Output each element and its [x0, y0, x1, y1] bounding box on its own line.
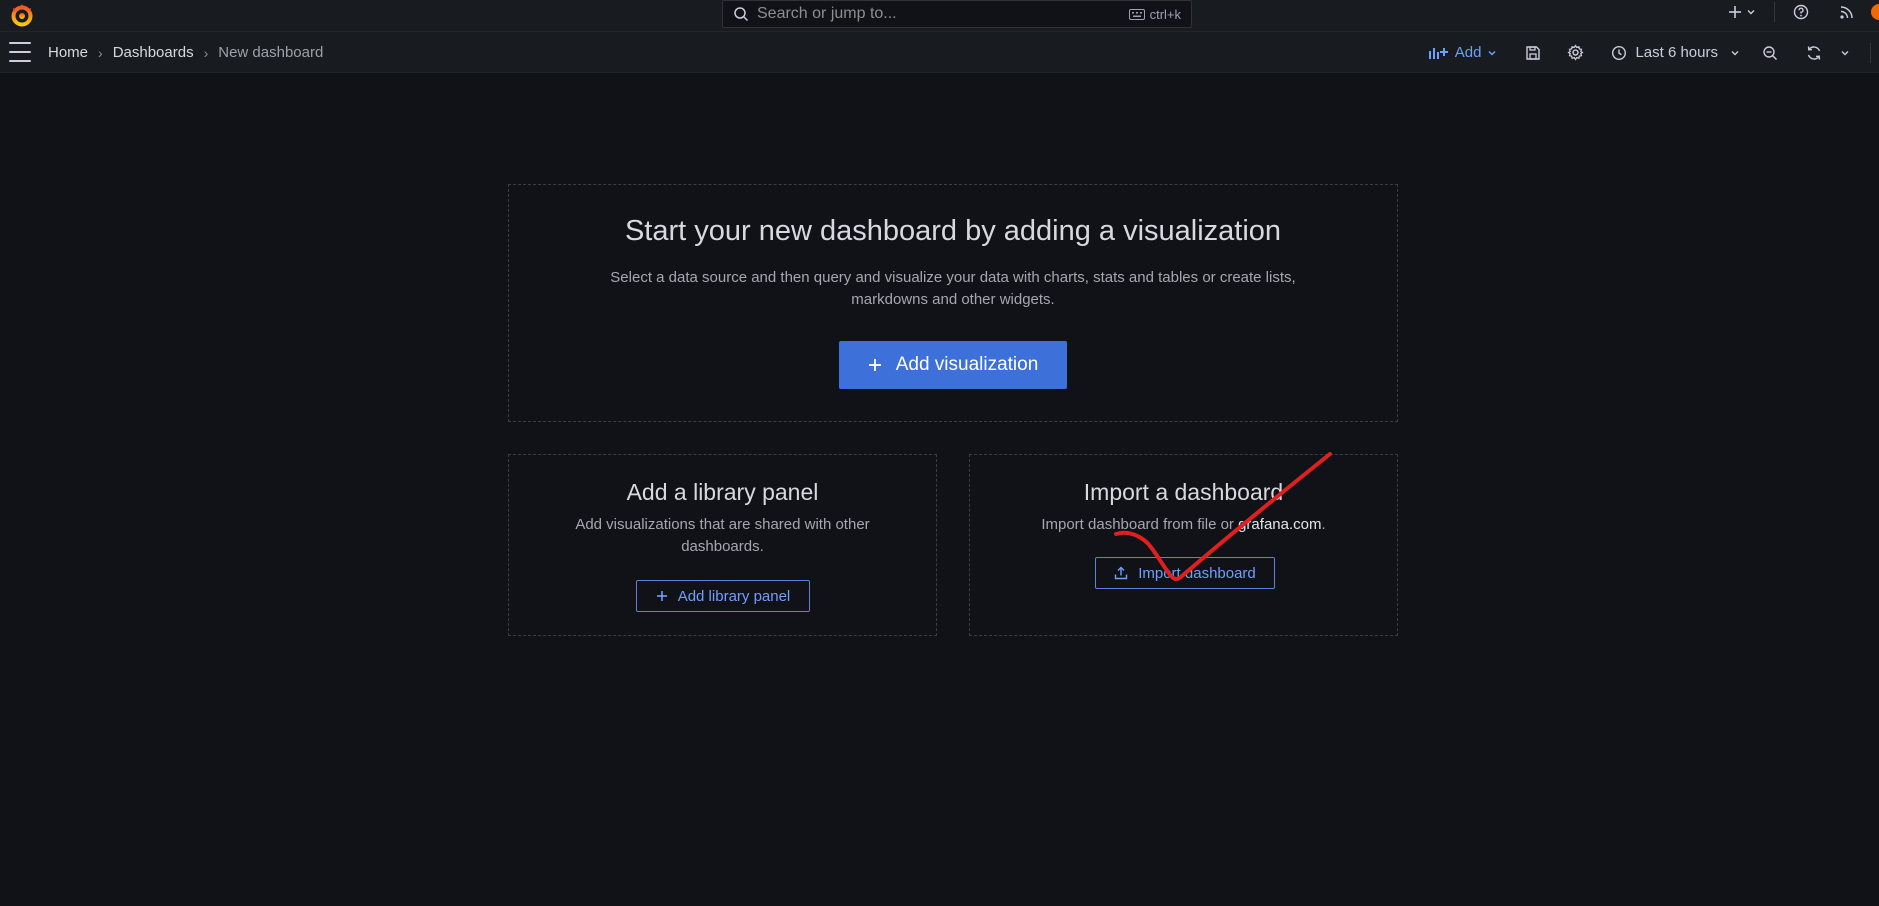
top-actions	[1722, 0, 1879, 24]
menu-line	[9, 42, 31, 44]
refresh-interval-dropdown[interactable]	[1834, 38, 1856, 68]
dashboard-toolbar: Add Last 6 hours	[1423, 32, 1879, 73]
new-menu-button[interactable]	[1722, 0, 1762, 24]
plus-icon	[1729, 6, 1741, 18]
menu-toggle-button[interactable]	[9, 42, 31, 62]
chevron-down-icon	[1731, 50, 1739, 55]
library-panel-description: Add visualizations that are shared with …	[575, 516, 870, 555]
news-button[interactable]	[1833, 0, 1861, 24]
zoom-out-button[interactable]	[1756, 38, 1784, 68]
zoom-out-icon	[1763, 45, 1778, 60]
breadcrumb-dashboards[interactable]: Dashboards	[113, 44, 194, 61]
divider	[1774, 2, 1775, 22]
help-button[interactable]	[1787, 0, 1815, 24]
nav-bar: Home › Dashboards › New dashboard Add La…	[0, 32, 1879, 73]
plus-icon	[868, 359, 881, 371]
import-description-end: .	[1321, 516, 1326, 533]
top-bar: Search or jump to... ctrl+k	[0, 0, 1879, 32]
menu-line	[9, 60, 31, 62]
library-panel-title: Add a library panel	[626, 479, 819, 505]
add-library-panel-button[interactable]: Add library panel	[636, 580, 810, 612]
search-input[interactable]: Search or jump to... ctrl+k	[722, 0, 1192, 28]
clock-icon	[1612, 45, 1627, 60]
add-button-label: Add	[1454, 44, 1482, 61]
library-panel-card: Add a library panel Add visualizations t…	[508, 454, 937, 636]
profile-avatar[interactable]	[1861, 0, 1879, 24]
time-range-picker[interactable]: Last 6 hours	[1605, 38, 1746, 68]
save-button[interactable]	[1519, 38, 1547, 68]
add-visualization-label: Add visualization	[895, 354, 1039, 375]
add-panel-icon	[1428, 47, 1448, 59]
menu-line	[9, 51, 31, 53]
grafana-logo-icon[interactable]	[9, 2, 35, 28]
keyboard-shortcut: ctrl+k	[1128, 6, 1181, 22]
import-dashboard-title: Import a dashboard	[1083, 479, 1284, 505]
search-icon	[734, 7, 749, 22]
time-range-label: Last 6 hours	[1635, 44, 1718, 61]
import-dashboard-card: Import a dashboard Import dashboard from…	[969, 454, 1398, 636]
import-dashboard-label: Import dashboard	[1138, 564, 1256, 582]
upload-icon	[1115, 566, 1128, 580]
import-dashboard-button[interactable]: Import dashboard	[1095, 557, 1275, 589]
refresh-icon	[1807, 45, 1821, 60]
add-visualization-card: Start your new dashboard by adding a vis…	[508, 184, 1398, 422]
save-icon	[1526, 45, 1541, 60]
gear-icon	[1567, 44, 1584, 61]
chevron-down-icon	[1488, 50, 1496, 56]
help-icon	[1793, 4, 1809, 20]
import-description-text: Import dashboard from file or	[1041, 516, 1239, 533]
hero-description: Select a data source and then query and …	[610, 269, 1296, 308]
settings-button[interactable]	[1561, 38, 1589, 68]
shortcut-label: ctrl+k	[1149, 6, 1181, 22]
chevron-down-icon	[1747, 10, 1755, 15]
refresh-button[interactable]	[1800, 38, 1828, 68]
breadcrumb: Home › Dashboards › New dashboard	[48, 32, 323, 73]
breadcrumb-current: New dashboard	[218, 44, 324, 61]
add-library-panel-label: Add library panel	[677, 587, 791, 605]
add-visualization-button[interactable]: Add visualization	[839, 341, 1067, 389]
search-placeholder: Search or jump to...	[757, 5, 897, 22]
plus-icon	[656, 591, 667, 601]
chevron-right-icon: ›	[98, 44, 103, 61]
add-button[interactable]: Add	[1423, 38, 1504, 68]
keyboard-icon	[1128, 8, 1145, 20]
rss-icon	[1840, 6, 1853, 19]
chevron-right-icon: ›	[203, 44, 209, 61]
breadcrumb-home[interactable]: Home	[48, 44, 88, 61]
hero-title: Start your new dashboard by adding a vis…	[624, 215, 1282, 247]
grafana-com-link[interactable]: grafana.com	[1238, 516, 1321, 533]
import-dashboard-description: Import dashboard from file or grafana.co…	[1010, 514, 1357, 536]
divider	[1870, 42, 1871, 63]
chevron-down-icon	[1841, 50, 1849, 55]
avatar	[1871, 4, 1879, 20]
